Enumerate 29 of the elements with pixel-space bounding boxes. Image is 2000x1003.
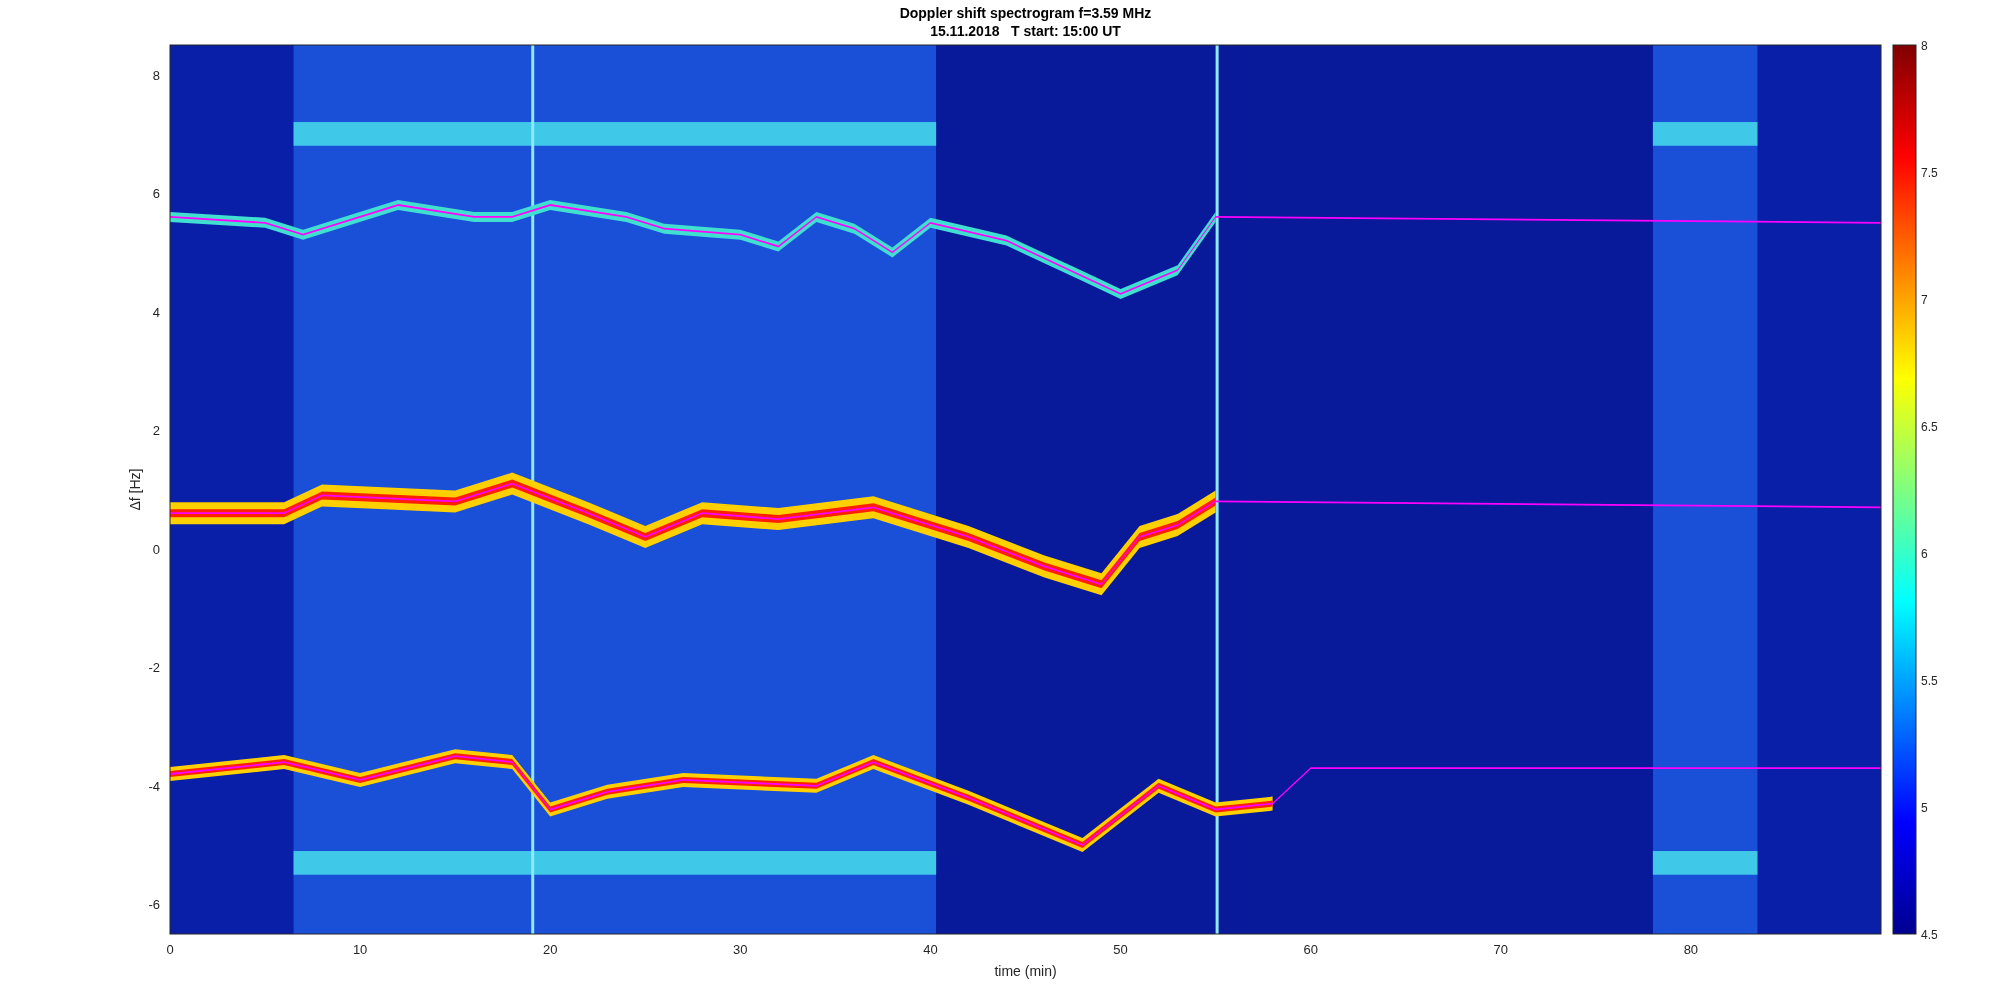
- y-axis-label: Δf [Hz]: [127, 468, 143, 511]
- colorbar-tick-label: 8: [1921, 40, 1928, 53]
- x-tick-label: 40: [923, 942, 938, 957]
- x-tick-label: 0: [166, 942, 174, 957]
- colorbar-tick-label: 7.5: [1921, 166, 1938, 180]
- x-tick-label: 50: [1113, 942, 1128, 957]
- colorbar-tick-label: 4.5: [1921, 928, 1938, 942]
- x-tick-label: 10: [352, 942, 368, 957]
- y-tick-label: -4: [148, 778, 160, 794]
- colorbar-tick-label: 5.5: [1921, 674, 1938, 688]
- x-tick-label: 30: [733, 942, 748, 957]
- y-tick-label: 0: [152, 541, 160, 557]
- y-tick-label: 2: [152, 423, 160, 439]
- x-tick-label: 20: [543, 942, 558, 957]
- colorbar-tick-label: 7: [1921, 293, 1928, 307]
- chart-title: Doppler shift spectrogram f=3.59 MHz: [899, 4, 1152, 22]
- colorbar-tick-label: 5: [1921, 801, 1928, 815]
- x-axis-label: time (min): [994, 963, 1057, 979]
- x-tick-label: 70: [1493, 942, 1508, 957]
- x-tick-label: 80: [1683, 942, 1699, 957]
- y-tick-label: 8: [152, 67, 160, 83]
- y-tick-label: 6: [152, 186, 160, 202]
- y-tick-label: -6: [148, 897, 160, 913]
- y-tick-label: 4: [152, 304, 160, 320]
- x-tick-label: 60: [1303, 942, 1318, 957]
- colorbar-tick-label: 6: [1921, 547, 1928, 561]
- chart-title: 15.11.2018 T start: 15:00 UT: [930, 22, 1121, 40]
- colorbar-tick-label: 6.5: [1921, 420, 1938, 434]
- y-tick-label: -2: [148, 660, 160, 676]
